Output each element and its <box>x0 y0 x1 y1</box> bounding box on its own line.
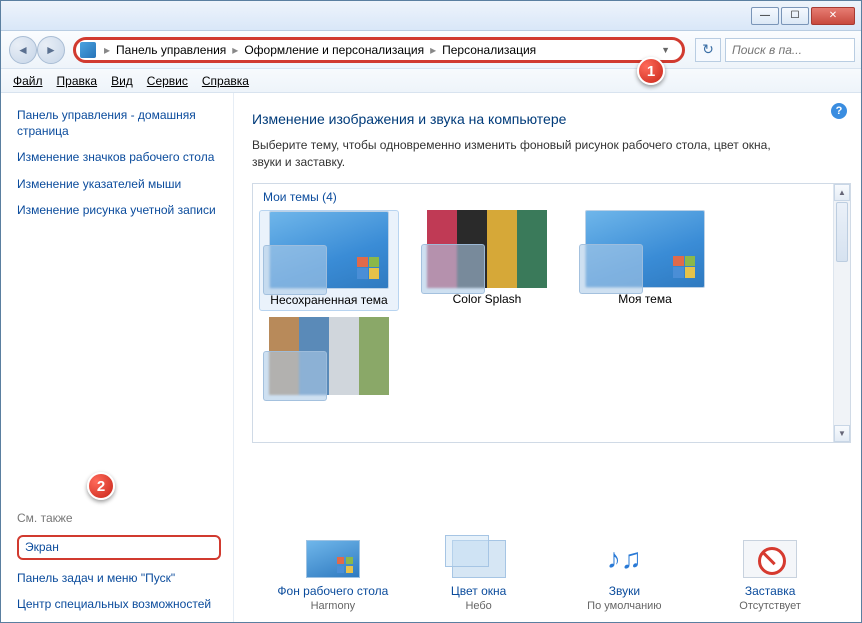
setting-label: Заставка <box>710 584 830 598</box>
setting-label: Фон рабочего стола <box>273 584 393 598</box>
sidebar-link-desktop-icons[interactable]: Изменение значков рабочего стола <box>17 149 221 165</box>
setting-window-color[interactable]: Цвет окна Небо <box>419 540 539 612</box>
setting-screensaver[interactable]: Заставка Отсутствует <box>710 540 830 612</box>
setting-value: По умолчанию <box>564 600 684 612</box>
screensaver-icon <box>743 540 797 578</box>
minimize-button[interactable]: — <box>751 7 779 25</box>
my-themes-header: Мои темы (4) <box>263 190 844 204</box>
page-description: Выберите тему, чтобы одновременно измени… <box>252 137 772 171</box>
theme-label: Моя тема <box>575 292 715 306</box>
theme-item[interactable] <box>259 317 399 399</box>
body-area: Панель управления - домашняя страница Из… <box>1 93 861 622</box>
forward-button[interactable]: ► <box>37 36 65 64</box>
sounds-icon: ♪♫ <box>597 540 651 578</box>
setting-label: Цвет окна <box>419 584 539 598</box>
breadcrumb[interactable]: Панель управления <box>112 43 230 57</box>
sidebar-link-mouse-pointers[interactable]: Изменение указателей мыши <box>17 176 221 192</box>
annotation-badge-2: 2 <box>87 472 115 500</box>
theme-item[interactable]: Несохраненная тема <box>259 210 399 311</box>
scroll-thumb[interactable] <box>836 202 848 262</box>
theme-thumbnail <box>427 210 547 288</box>
chevron-right-icon: ▸ <box>428 43 438 57</box>
theme-thumbnail <box>585 210 705 288</box>
addr-history-dropdown[interactable]: ▼ <box>657 45 674 55</box>
help-icon[interactable]: ? <box>831 103 847 119</box>
search-input[interactable] <box>725 38 855 62</box>
breadcrumb[interactable]: Оформление и персонализация <box>240 43 428 57</box>
titlebar: — ☐ ✕ <box>1 1 861 31</box>
sidebar-link-display[interactable]: Экран <box>17 535 221 559</box>
control-panel-icon <box>80 42 96 58</box>
personalization-window: — ☐ ✕ ◄ ► ▸ Панель управления ▸ Оформлен… <box>0 0 862 623</box>
desktop-background-icon <box>306 540 360 578</box>
maximize-button[interactable]: ☐ <box>781 7 809 25</box>
sidebar-link-account-picture[interactable]: Изменение рисунка учетной записи <box>17 202 221 218</box>
setting-value: Отсутствует <box>710 600 830 612</box>
address-bar[interactable]: ▸ Панель управления ▸ Оформление и персо… <box>73 37 685 63</box>
sidebar-link-accessibility[interactable]: Центр специальных возможностей <box>17 596 221 612</box>
annotation-badge-1: 1 <box>637 57 665 85</box>
sidebar: Панель управления - домашняя страница Из… <box>1 93 233 622</box>
menu-edit[interactable]: Правка <box>57 74 98 88</box>
breadcrumb[interactable]: Персонализация <box>438 43 540 57</box>
menu-view[interactable]: Вид <box>111 74 133 88</box>
chevron-right-icon: ▸ <box>102 43 112 57</box>
setting-value: Harmony <box>273 600 393 612</box>
nav-row: ◄ ► ▸ Панель управления ▸ Оформление и п… <box>1 31 861 69</box>
settings-row: Фон рабочего стола Harmony Цвет окна Неб… <box>252 524 851 612</box>
setting-value: Небо <box>419 600 539 612</box>
setting-sounds[interactable]: ♪♫ Звуки По умолчанию <box>564 540 684 612</box>
sidebar-link-taskbar[interactable]: Панель задач и меню "Пуск" <box>17 570 221 586</box>
scroll-up-button[interactable]: ▲ <box>834 184 850 201</box>
page-title: Изменение изображения и звука на компьют… <box>252 111 851 127</box>
themes-grid: Несохраненная тема Color Splash М <box>259 210 844 399</box>
setting-label: Звуки <box>564 584 684 598</box>
see-also-label: См. также <box>17 511 221 525</box>
theme-thumbnail <box>269 211 389 289</box>
themes-panel: Мои темы (4) Несохраненная тема Col <box>252 183 851 443</box>
theme-thumbnail <box>269 317 389 395</box>
content-pane: ? Изменение изображения и звука на компь… <box>233 93 861 622</box>
menu-bar: Файл Правка Вид Сервис Справка <box>1 69 861 93</box>
theme-item[interactable]: Моя тема <box>575 210 715 306</box>
theme-label: Color Splash <box>417 292 557 306</box>
window-color-icon <box>452 540 506 578</box>
menu-help[interactable]: Справка <box>202 74 249 88</box>
nav-buttons: ◄ ► <box>9 36 65 64</box>
theme-item[interactable]: Color Splash <box>417 210 557 306</box>
scroll-down-button[interactable]: ▼ <box>834 425 850 442</box>
menu-tools[interactable]: Сервис <box>147 74 188 88</box>
refresh-button[interactable]: ↻ <box>695 38 721 62</box>
back-button[interactable]: ◄ <box>9 36 37 64</box>
theme-label: Несохраненная тема <box>260 293 398 307</box>
close-button[interactable]: ✕ <box>811 7 855 25</box>
menu-file[interactable]: Файл <box>13 74 43 88</box>
setting-desktop-background[interactable]: Фон рабочего стола Harmony <box>273 540 393 612</box>
control-panel-home-link[interactable]: Панель управления - домашняя страница <box>17 107 221 139</box>
chevron-right-icon: ▸ <box>230 43 240 57</box>
themes-scrollbar[interactable]: ▲ ▼ <box>833 184 850 442</box>
